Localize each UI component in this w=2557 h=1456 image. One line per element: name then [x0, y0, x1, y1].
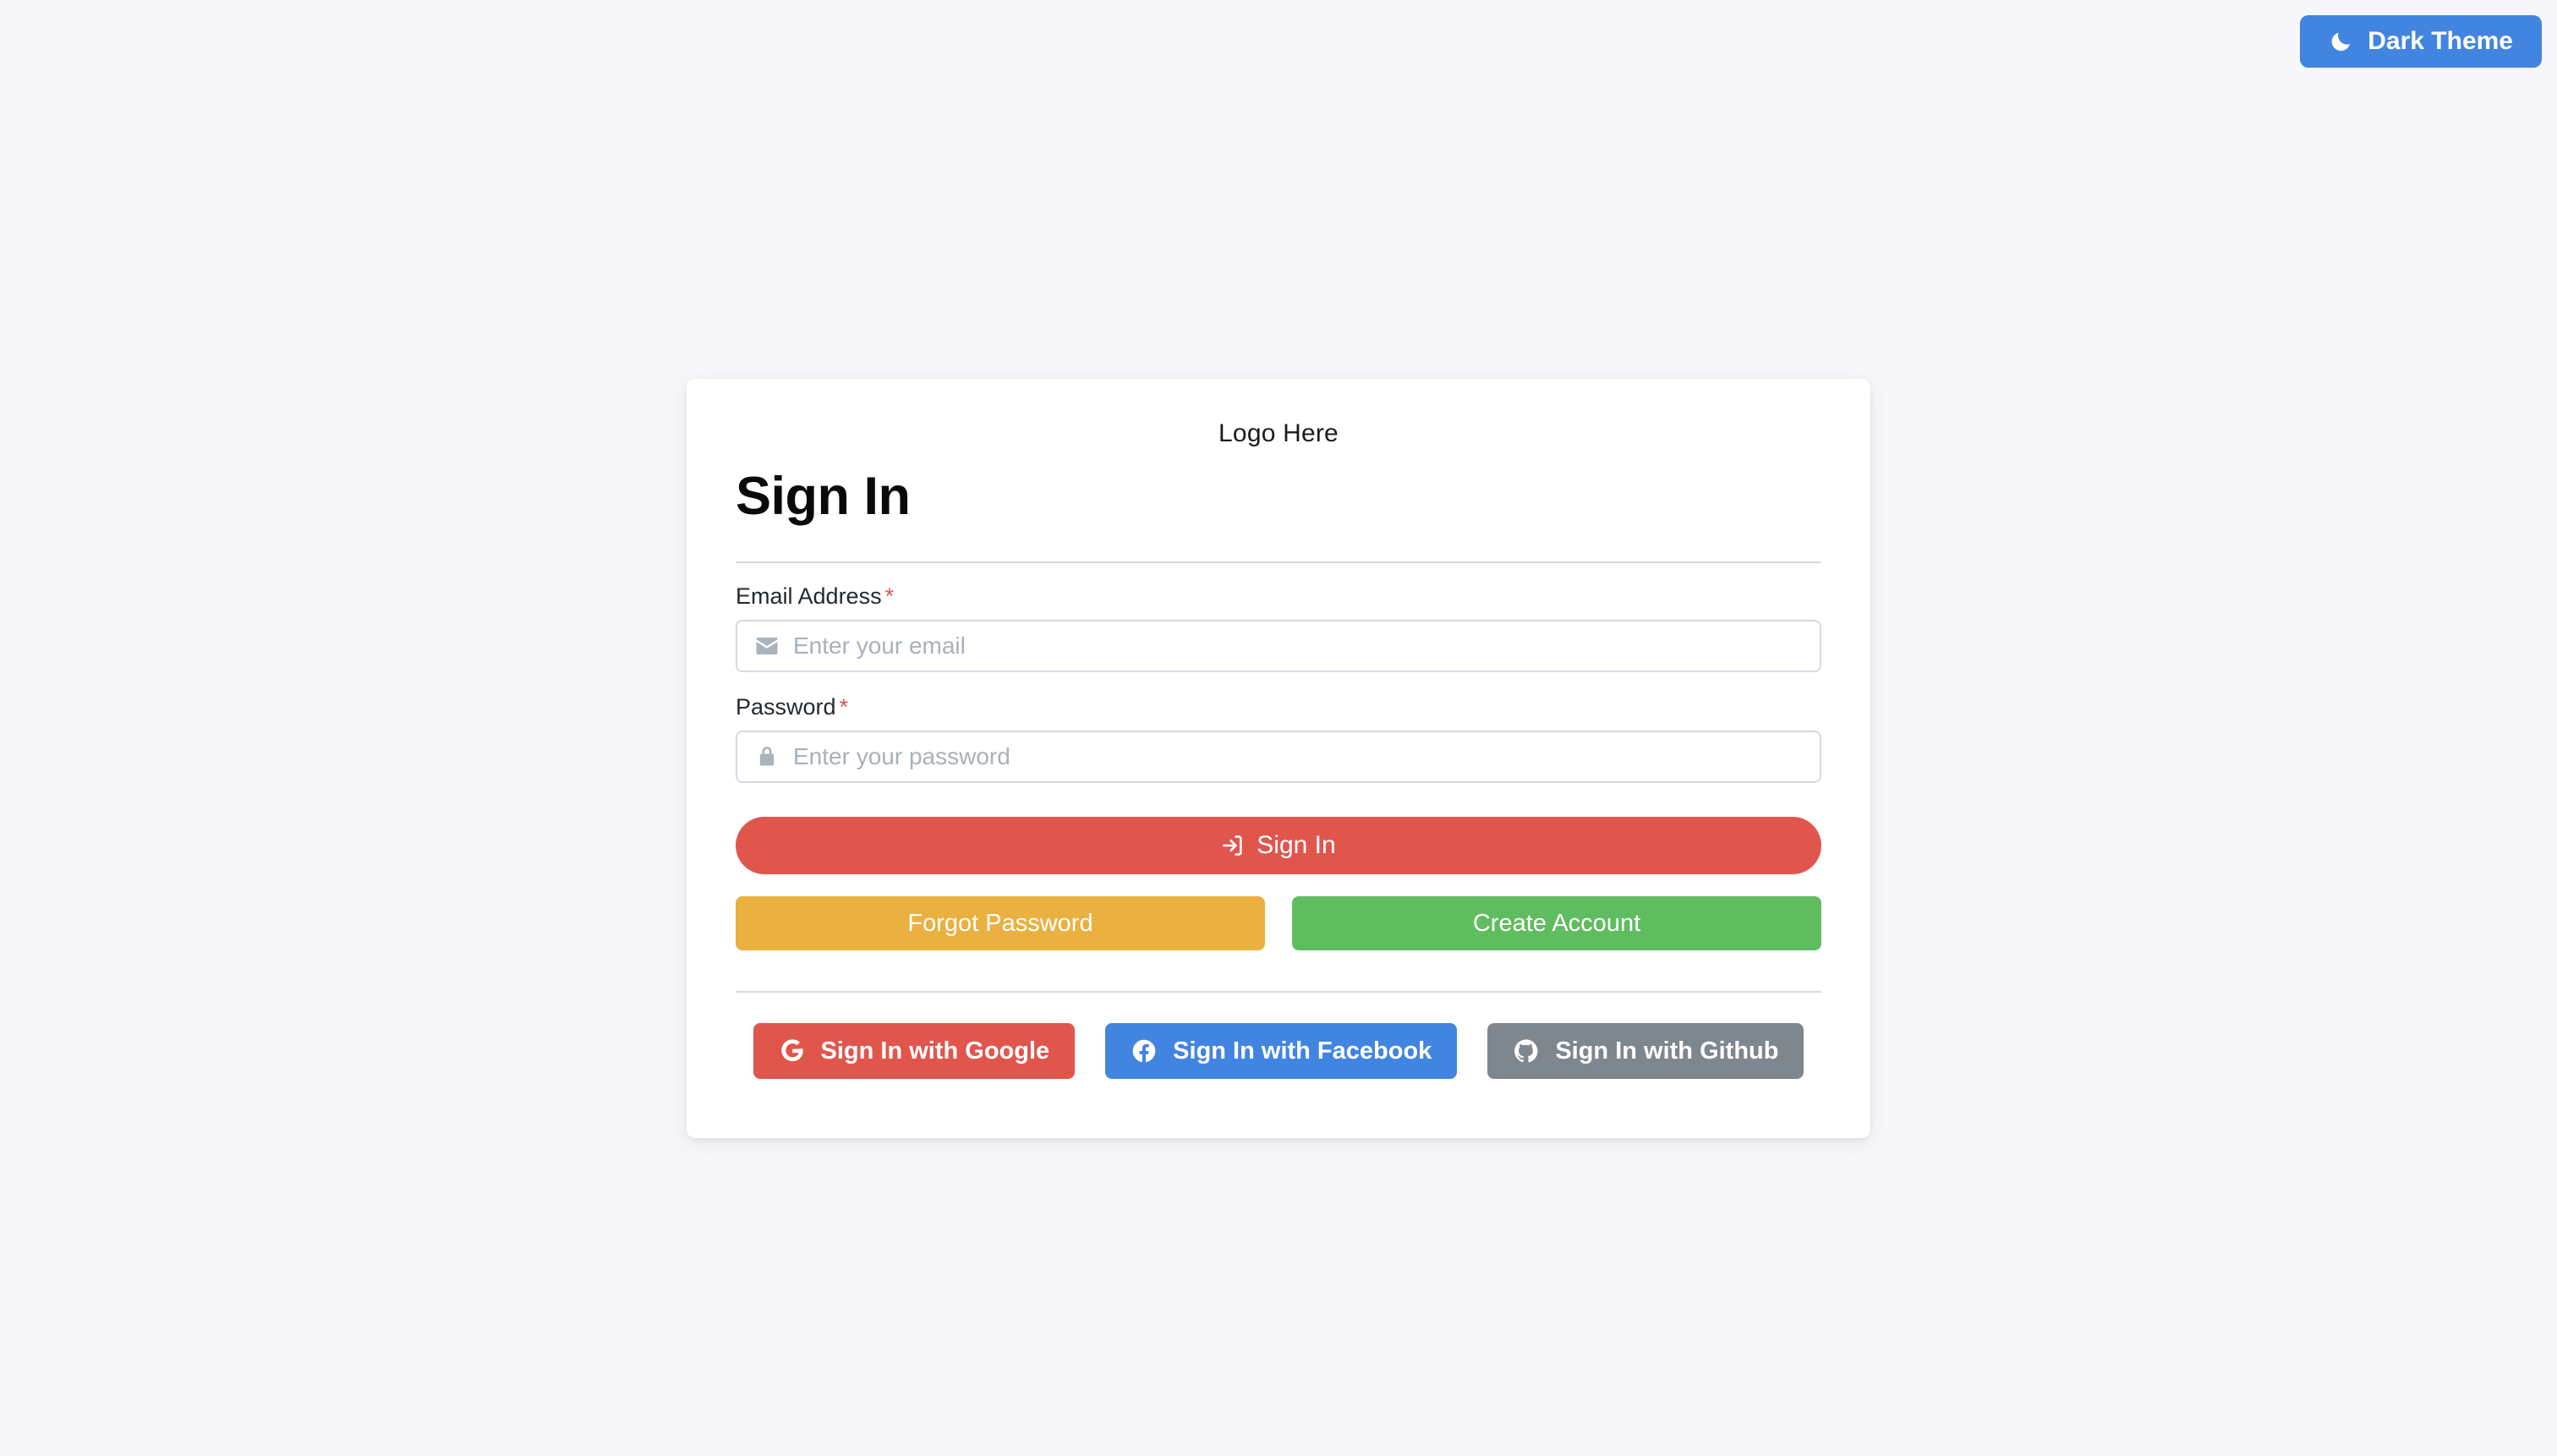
- sign-in-submit-label: Sign In: [1257, 831, 1336, 860]
- sign-in-with-google-label: Sign In with Google: [820, 1037, 1050, 1065]
- sign-in-with-github-button[interactable]: Sign In with Github: [1487, 1023, 1804, 1080]
- sign-in-submit-button[interactable]: Sign In: [736, 817, 1821, 875]
- secondary-actions-row: Forgot Password Create Account: [736, 896, 1821, 951]
- forgot-password-label: Forgot Password: [907, 909, 1093, 937]
- github-icon: [1513, 1037, 1540, 1065]
- password-label-text: Password: [736, 694, 836, 720]
- card-inner: Sign In Email Address* Password*: [687, 467, 1870, 1080]
- social-divider: [736, 991, 1821, 993]
- email-required-marker: *: [884, 583, 895, 610]
- dark-theme-toggle-label: Dark Theme: [2368, 27, 2513, 55]
- password-input[interactable]: [736, 731, 1821, 784]
- sign-in-with-facebook-button[interactable]: Sign In with Facebook: [1105, 1023, 1458, 1080]
- email-label-text: Email Address: [736, 583, 882, 610]
- password-field-label: Password *: [736, 694, 1821, 720]
- sign-in-with-github-label: Sign In with Github: [1555, 1037, 1779, 1065]
- google-icon: [779, 1037, 806, 1065]
- sign-in-arrow-icon: [1221, 834, 1245, 857]
- password-input-wrap: [736, 731, 1821, 784]
- logo-row: Logo Here: [687, 379, 1870, 448]
- create-account-button[interactable]: Create Account: [1292, 896, 1821, 951]
- sign-in-with-google-button[interactable]: Sign In with Google: [753, 1023, 1076, 1080]
- email-field-label: Email Address *: [736, 583, 1821, 610]
- social-login-row: Sign In with Google Sign In with Faceboo…: [736, 1023, 1821, 1080]
- password-required-marker: *: [839, 694, 849, 720]
- forgot-password-button[interactable]: Forgot Password: [736, 896, 1265, 951]
- moon-icon: [2329, 29, 2354, 54]
- create-account-label: Create Account: [1472, 909, 1641, 937]
- sign-in-with-facebook-label: Sign In with Facebook: [1173, 1037, 1432, 1065]
- dark-theme-toggle-button[interactable]: Dark Theme: [2300, 15, 2542, 68]
- facebook-icon: [1131, 1037, 1158, 1065]
- email-input[interactable]: [736, 620, 1821, 673]
- sign-in-form: Email Address* Password*: [736, 563, 1821, 951]
- page-title: Sign In: [736, 467, 911, 526]
- sign-in-card: Logo Here Sign In Email Address* Passwor…: [687, 379, 1870, 1139]
- email-input-wrap: [736, 620, 1821, 673]
- logo-text: Logo Here: [1218, 419, 1339, 447]
